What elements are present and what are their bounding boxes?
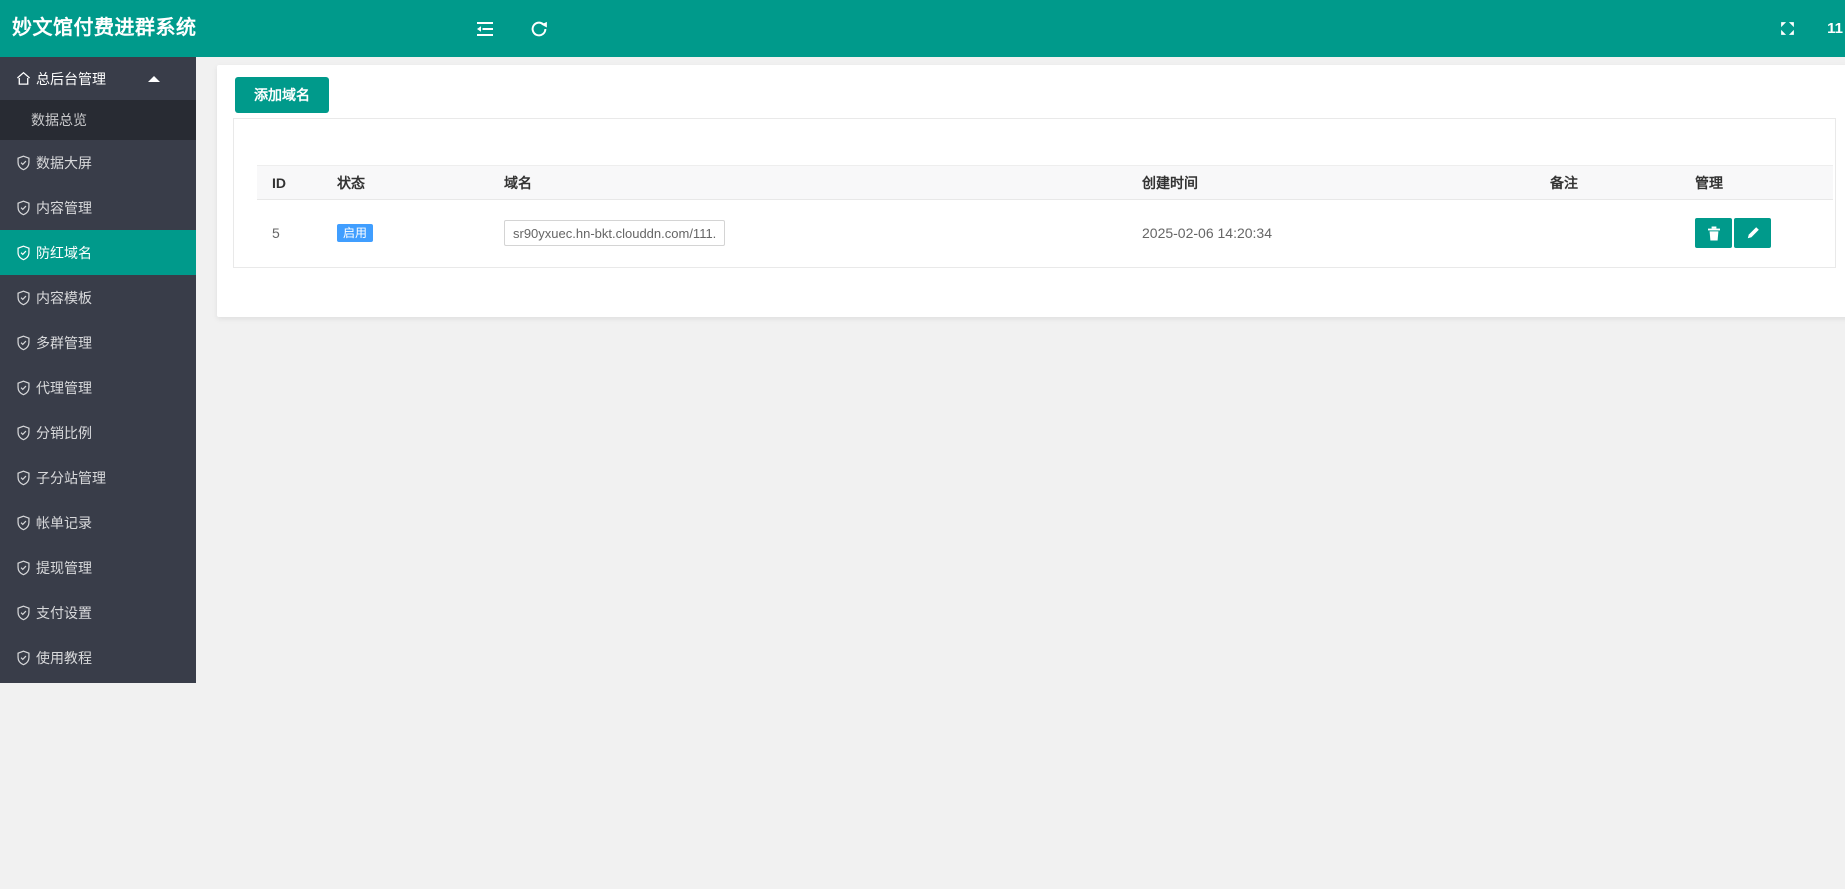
- row-id: 5: [272, 225, 280, 241]
- sidebar-item-data-overview[interactable]: 数据总览: [0, 100, 196, 140]
- caret-up-icon: [148, 75, 160, 82]
- sidebar-item-content-template[interactable]: 内容模板: [0, 275, 196, 320]
- add-domain-button[interactable]: 添加域名: [235, 77, 329, 113]
- content-card: 添加域名 ID 状态 域名 创建时间 备注 管理 5 启用 sr90yxuec.…: [217, 65, 1845, 317]
- shield-check-icon: [16, 425, 31, 441]
- domain-table-container: ID 状态 域名 创建时间 备注 管理 5 启用 2025-02-06 14:: [233, 118, 1836, 268]
- delete-button[interactable]: [1695, 218, 1732, 248]
- col-header-manage: 管理: [1695, 174, 1723, 191]
- sidebar-item-admin-root[interactable]: 总后台管理: [0, 57, 196, 100]
- sidebar-item-label: 子分站管理: [36, 469, 106, 486]
- sidebar-item-agent-manage[interactable]: 代理管理: [0, 365, 196, 410]
- row-status-cell: 启用: [322, 200, 489, 266]
- shield-check-icon: [16, 245, 31, 261]
- sidebar-item-label: 总后台管理: [36, 70, 106, 87]
- trash-icon: [1707, 226, 1720, 240]
- shield-check-icon: [16, 335, 31, 351]
- refresh-icon[interactable]: [524, 0, 554, 57]
- sidebar-item-label: 使用教程: [36, 649, 92, 666]
- col-header-created: 创建时间: [1142, 174, 1198, 191]
- col-header-remark: 备注: [1550, 174, 1578, 191]
- shield-check-icon: [16, 560, 31, 576]
- row-actions-cell: [1680, 200, 1833, 266]
- sidebar-item-label: 内容模板: [36, 289, 92, 306]
- sidebar-item-label: 支付设置: [36, 604, 92, 621]
- table-row: 5 启用 2025-02-06 14:20:34: [257, 200, 1833, 266]
- sidebar-item-tutorial[interactable]: 使用教程: [0, 635, 196, 680]
- shield-check-icon: [16, 515, 31, 531]
- app-root: { "header": { "title": "妙文馆付费进群系统", "use…: [0, 0, 1845, 889]
- sidebar-item-multi-group[interactable]: 多群管理: [0, 320, 196, 365]
- sidebar-item-substation-manage[interactable]: 子分站管理: [0, 455, 196, 500]
- sidebar-item-label: 数据大屏: [36, 154, 92, 171]
- top-bar: 妙文馆付费进群系统 11: [0, 0, 1845, 57]
- sidebar-item-billing-records[interactable]: 帐单记录: [0, 500, 196, 545]
- sidebar-item-label: 分销比例: [36, 424, 92, 441]
- sidebar-item-content-manage[interactable]: 内容管理: [0, 185, 196, 230]
- user-label[interactable]: 11: [1827, 0, 1843, 57]
- pencil-icon: [1747, 227, 1759, 239]
- row-domain-cell: [489, 200, 1127, 266]
- sidebar-item-label: 多群管理: [36, 334, 92, 351]
- sidebar-item-payment-settings[interactable]: 支付设置: [0, 590, 196, 635]
- sidebar-item-label: 防红域名: [36, 244, 92, 261]
- sidebar-item-distribution-ratio[interactable]: 分销比例: [0, 410, 196, 455]
- sidebar-item-label: 代理管理: [36, 379, 92, 396]
- col-header-id: ID: [272, 174, 286, 191]
- sidebar-item-label: 帐单记录: [36, 514, 92, 531]
- shield-check-icon: [16, 380, 31, 396]
- sidebar: 总后台管理 数据总览 数据大屏 内容管理 防红域名 内容模板 多群管理 代理管理…: [0, 57, 196, 683]
- sidebar-item-label: 提现管理: [36, 559, 92, 576]
- status-badge: 启用: [337, 224, 374, 242]
- table-header-row: ID 状态 域名 创建时间 备注 管理: [257, 165, 1833, 200]
- row-created-time: 2025-02-06 14:20:34: [1142, 225, 1272, 241]
- app-title: 妙文馆付费进群系统: [12, 17, 197, 39]
- shield-check-icon: [16, 650, 31, 666]
- sidebar-item-label: 数据总览: [31, 112, 87, 128]
- col-header-status: 状态: [337, 174, 365, 191]
- edit-button[interactable]: [1734, 218, 1771, 248]
- sidebar-item-label: 内容管理: [36, 199, 92, 216]
- shield-check-icon: [16, 470, 31, 486]
- shield-check-icon: [16, 605, 31, 621]
- shield-check-icon: [16, 200, 31, 216]
- domain-url-input[interactable]: [504, 220, 725, 246]
- collapse-menu-icon[interactable]: [470, 0, 500, 57]
- home-icon: [16, 71, 31, 87]
- sidebar-item-data-screen[interactable]: 数据大屏: [0, 140, 196, 185]
- sidebar-item-antired-domain[interactable]: 防红域名: [0, 230, 196, 275]
- main-area: 添加域名 ID 状态 域名 创建时间 备注 管理 5 启用 sr90yxuec.…: [196, 57, 1845, 889]
- sidebar-item-withdraw-manage[interactable]: 提现管理: [0, 545, 196, 590]
- col-header-domain: 域名: [504, 174, 532, 191]
- shield-check-icon: [16, 155, 31, 171]
- row-remark: [1535, 200, 1680, 266]
- domain-table: ID 状态 域名 创建时间 备注 管理 5 启用 2025-02-06 14:: [257, 165, 1833, 266]
- shield-check-icon: [16, 290, 31, 306]
- fullscreen-icon[interactable]: [1772, 0, 1802, 57]
